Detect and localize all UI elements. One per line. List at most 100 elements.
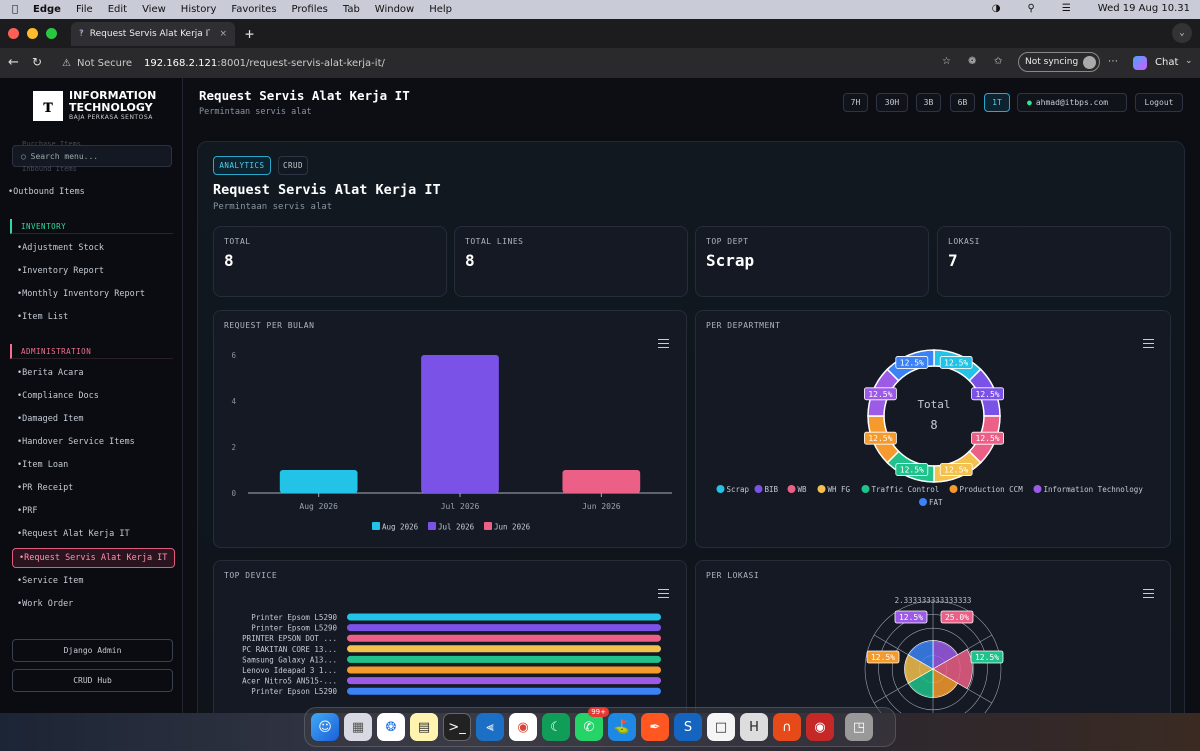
chrome-icon[interactable]: ◉: [509, 713, 537, 741]
headphones-icon[interactable]: ∩: [773, 713, 801, 741]
favorite-star-icon[interactable]: ☆: [942, 56, 951, 67]
sidebar-item-inventory-report[interactable]: •Inventory Report: [17, 266, 104, 276]
favorites-icon[interactable]: ✩: [994, 56, 1002, 67]
close-window-button[interactable]: [8, 28, 19, 39]
extensions-icon[interactable]: ❁: [968, 56, 976, 67]
reload-icon[interactable]: ↻: [32, 55, 42, 69]
sidebar-item-monthly-report[interactable]: •Monthly Inventory Report: [17, 289, 145, 299]
menu-edit[interactable]: Edit: [108, 4, 127, 15]
y-category-label: Printer Epsom L5290: [251, 613, 337, 622]
range-3b-button[interactable]: 3B: [916, 93, 941, 112]
trash-icon[interactable]: ◳: [845, 713, 873, 741]
minimize-window-button[interactable]: [27, 28, 38, 39]
more-icon[interactable]: ⋯: [1108, 56, 1118, 67]
edge-icon[interactable]: ☾: [542, 713, 570, 741]
pen-tool-icon[interactable]: ✒: [641, 713, 669, 741]
django-admin-button[interactable]: Django Admin: [12, 639, 173, 662]
sidebar-item-pr-receipt[interactable]: •PR Receipt: [17, 483, 73, 493]
tab-analytics[interactable]: ANALYTICS: [213, 156, 271, 175]
sidebar-item-service-item[interactable]: •Service Item: [17, 576, 84, 586]
menu-window[interactable]: Window: [375, 4, 414, 15]
sidebar-item-work-order[interactable]: •Work Order: [17, 599, 73, 609]
chevron-down-icon[interactable]: ⌄: [1185, 56, 1193, 66]
search-icon[interactable]: ⚲: [1027, 3, 1034, 14]
sidebar-item-adjustment[interactable]: •Adjustment Stock: [17, 243, 104, 253]
document-icon[interactable]: □: [707, 713, 735, 741]
control-center-icon[interactable]: ☰: [1062, 3, 1071, 14]
sidebar-item-outbound[interactable]: •Outbound Items: [8, 187, 85, 197]
terminal-icon[interactable]: >_: [443, 713, 471, 741]
menu-help[interactable]: Help: [429, 4, 452, 15]
finder-icon[interactable]: ☺: [311, 713, 339, 741]
legend-swatch: [919, 498, 927, 506]
address-bar[interactable]: ⚠ Not Secure 192.168.2.121:8001/request-…: [54, 52, 920, 74]
panel-subtitle: Permintaan servis alat: [213, 202, 333, 212]
range-1t-button[interactable]: 1T: [984, 93, 1010, 112]
docker-icon[interactable]: ⛳: [608, 713, 636, 741]
sidebar-item-prf[interactable]: •PRF: [17, 506, 37, 516]
url-path: :8001/request-servis-alat-kerja-it/: [217, 57, 385, 69]
whatsapp-icon[interactable]: ✆ 99+: [575, 707, 609, 741]
logout-button[interactable]: Logout: [1135, 93, 1183, 112]
range-6b-button[interactable]: 6B: [950, 93, 975, 112]
zoom-window-button[interactable]: [46, 28, 57, 39]
copilot-icon[interactable]: [1133, 56, 1147, 70]
sidebar-item-request-alat[interactable]: •Request Alat Kerja IT: [17, 529, 130, 539]
logo-subtitle: BAJA PERKASA SENTOSA: [69, 114, 153, 121]
sidebar-item-damaged[interactable]: •Damaged Item: [17, 414, 84, 424]
menu-history[interactable]: History: [181, 4, 217, 15]
safari-icon[interactable]: ❂: [377, 713, 405, 741]
legend-swatch: [1033, 485, 1042, 493]
vscode-icon[interactable]: ⫷: [476, 713, 504, 741]
sidebar-item-handover[interactable]: •Handover Service Items: [17, 437, 135, 447]
menu-favorites[interactable]: Favorites: [231, 4, 276, 15]
menubar-clock[interactable]: Wed 19 Aug 10.31: [1098, 3, 1190, 14]
menu-view[interactable]: View: [142, 4, 166, 15]
sidebar-item-compliance[interactable]: •Compliance Docs: [17, 391, 99, 401]
range-30h-button[interactable]: 30H: [876, 93, 908, 112]
logo-mark-icon: ᴛ: [33, 90, 63, 121]
search-icon: ○: [21, 152, 26, 161]
slice-label: 12.5%: [944, 466, 968, 475]
notes-icon[interactable]: ▤: [410, 713, 438, 741]
tab-crud[interactable]: CRUD: [278, 156, 308, 175]
user-email: ahmad@itbps.com: [1035, 98, 1109, 107]
x-tick-label: Aug 2026: [299, 502, 338, 511]
warning-icon: ⚠: [62, 57, 71, 69]
apple-icon[interactable]: : [12, 4, 18, 15]
app-s-icon[interactable]: S: [674, 713, 702, 741]
y-tick-label: 0: [231, 489, 236, 498]
sidebar-item-request-servis[interactable]: •Request Servis Alat Kerja IT: [12, 548, 175, 568]
user-badge[interactable]: ● ahmad@itbps.com: [1017, 93, 1127, 112]
chat-button[interactable]: Chat: [1155, 57, 1178, 68]
search-input[interactable]: ○ Search menu...: [12, 145, 172, 167]
new-tab-icon[interactable]: +: [245, 25, 254, 43]
menubar-app-name[interactable]: Edge: [33, 4, 61, 15]
bar: [347, 634, 661, 642]
donut-chart: 12.5% 12.5% 12.5% 12.5% 12.5% 12.5% 12.5% 12.5%…: [716, 349, 1143, 507]
slice-label: 12.5%: [900, 358, 924, 367]
stat-card-lokasi: LOKASI 7: [937, 226, 1171, 297]
stat-value: 8: [465, 251, 475, 270]
sync-status-button[interactable]: Not syncing: [1018, 52, 1100, 72]
close-tab-icon[interactable]: ×: [219, 29, 227, 39]
panel-title: Request Servis Alat Kerja IT: [213, 182, 441, 198]
logo[interactable]: ᴛ INFORMATION TECHNOLOGY BAJA PERKASA SE…: [33, 90, 156, 121]
launchpad-icon[interactable]: ▦: [344, 713, 372, 741]
range-7h-button[interactable]: 7H: [843, 93, 868, 112]
app-h-icon[interactable]: H: [740, 713, 768, 741]
back-icon[interactable]: ←: [8, 55, 19, 70]
stat-card-top-dept: TOP DEPT Scrap: [695, 226, 929, 297]
tab-list-chevron-icon[interactable]: ⌄: [1172, 23, 1192, 43]
browser-tab[interactable]: ‽ Request Servis Alat Kerja IT - BP ×: [71, 21, 235, 46]
menu-profiles[interactable]: Profiles: [292, 4, 328, 15]
sidebar-item-item-list[interactable]: •Item List: [17, 312, 68, 322]
menu-file[interactable]: File: [76, 4, 93, 15]
sidebar-item-berita-acara[interactable]: •Berita Acara: [17, 368, 84, 378]
sidebar-item-item-loan[interactable]: •Item Loan: [17, 460, 68, 470]
security-label[interactable]: Not Secure: [77, 58, 132, 69]
crud-hub-button[interactable]: CRUD Hub: [12, 669, 173, 692]
app-red-icon[interactable]: ◉: [806, 713, 834, 741]
menu-tab[interactable]: Tab: [343, 4, 360, 15]
wifi-icon[interactable]: ◑: [992, 3, 1001, 14]
